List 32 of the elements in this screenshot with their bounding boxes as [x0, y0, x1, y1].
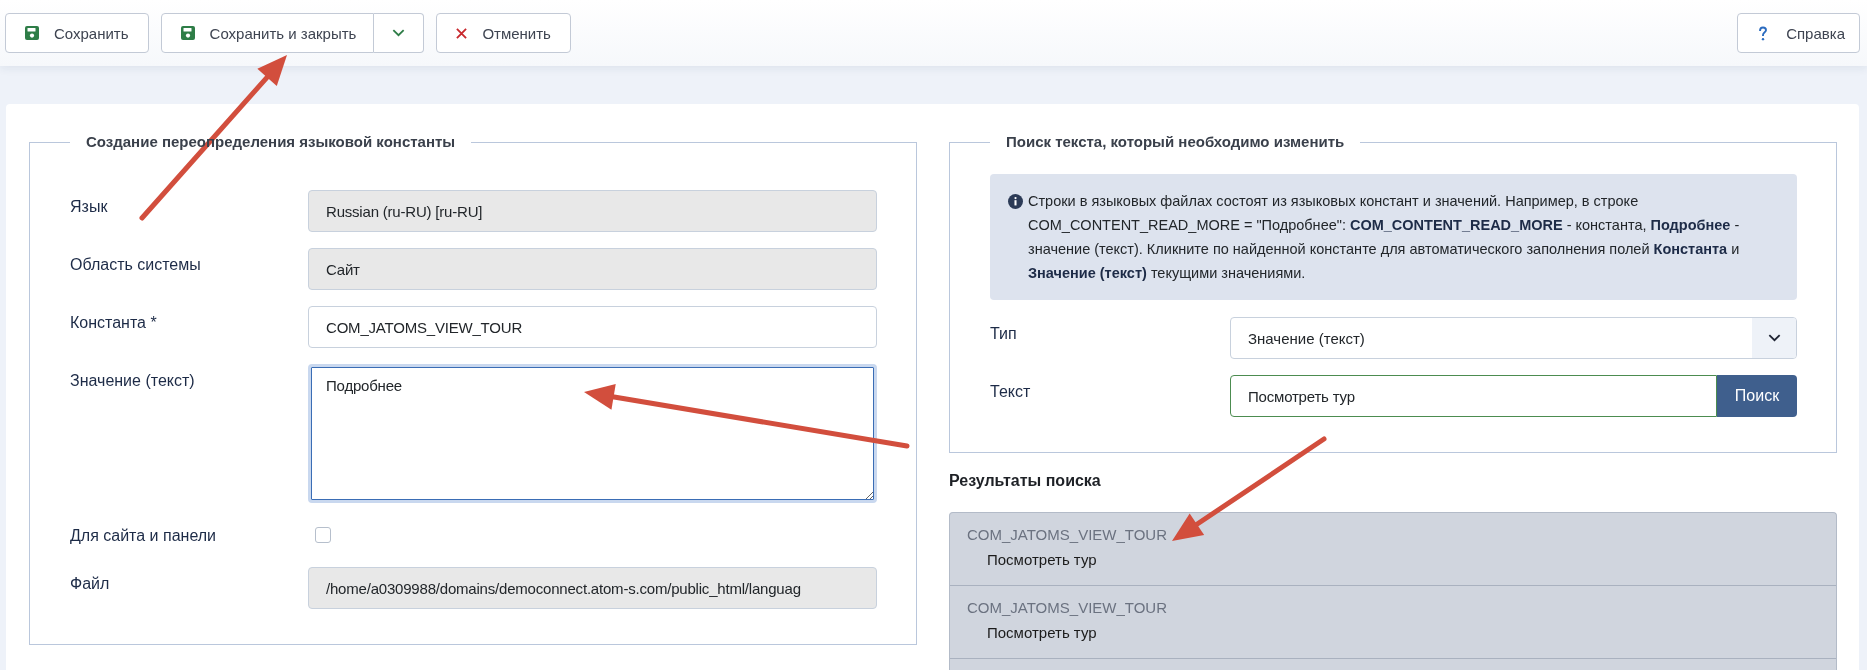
- panel-title: Поиск текста, который необходимо изменить: [1005, 132, 1346, 152]
- result-item[interactable]: COM_JATOMS_VIEW_TOUR Посмотреть тур: [950, 586, 1836, 659]
- type-select[interactable]: Значение (текст): [1230, 317, 1797, 359]
- field-label: Константа *: [70, 313, 157, 333]
- info-text: Строки в языковых файлах состоят из языковых констант и значений. Например, в строке COM_CONTENT_READ_MORE = "Подробнее": COM_CONTENT_READ_MORE - константа, Подробнее - значение (текст). Кликните по найденной константе для автоматического заполнения полей Константа и Значение (текст) текущими значениями.: [1028, 192, 1741, 283]
- text-field[interactable]: COM_JATOMS_VIEW_TOUR: [308, 306, 877, 348]
- cancel-button[interactable]: Отменить: [436, 13, 571, 53]
- save-button[interactable]: Сохранить: [5, 13, 149, 53]
- result-constant: COM_JATOMS_VIEW_TOUR: [967, 525, 1168, 545]
- field-label: Язык: [70, 197, 108, 217]
- close-icon: [456, 27, 468, 39]
- text-area[interactable]: Подробнее: [308, 364, 877, 503]
- save-and-close-button[interactable]: Сохранить и закрыть: [160, 13, 375, 53]
- result-value: Посмотреть тур: [987, 623, 1097, 643]
- result-value: Посмотреть тур: [987, 550, 1097, 570]
- checkbox[interactable]: [315, 527, 331, 543]
- question-mark-icon: [1758, 25, 1769, 41]
- field-label: Текст: [990, 382, 1031, 402]
- field-label: Значение (текст): [70, 371, 195, 391]
- info-icon: [1008, 194, 1023, 209]
- chevron-down-icon: [392, 29, 406, 37]
- field-label: Область системы: [70, 255, 201, 275]
- search-button[interactable]: Поиск: [1717, 375, 1797, 417]
- field-label: Для сайта и панели: [70, 526, 217, 546]
- search-text-field[interactable]: Посмотреть тур: [1230, 375, 1717, 417]
- result-constant: COM_JATOMS_VIEW_TOUR: [967, 598, 1168, 618]
- field-label: Тип: [990, 324, 1017, 344]
- results-heading: Результаты поиска: [949, 471, 1101, 491]
- dropdown-toggle-button[interactable]: [374, 13, 425, 53]
- field-label: Файл: [70, 574, 110, 594]
- help-button[interactable]: Справка: [1737, 13, 1860, 53]
- chevron-down-icon: [1767, 334, 1781, 342]
